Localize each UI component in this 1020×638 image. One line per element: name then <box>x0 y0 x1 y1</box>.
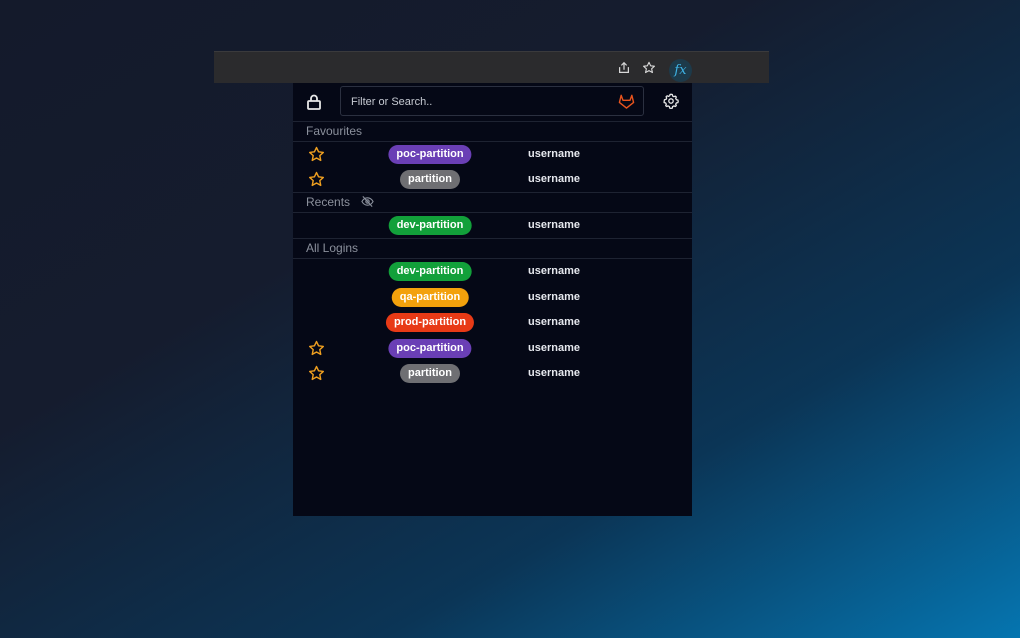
login-row[interactable]: poc-partition username <box>293 142 692 167</box>
partition-badge: partition <box>400 364 460 383</box>
section-all-logins: All Logins <box>293 238 692 259</box>
search-input[interactable] <box>349 87 613 117</box>
username-label: username <box>528 291 580 303</box>
section-title: Favourites <box>306 124 363 138</box>
partition-badge: dev-partition <box>388 216 472 235</box>
partition-badge: dev-partition <box>388 262 472 281</box>
username-label: username <box>528 219 580 231</box>
login-row[interactable]: dev-partition username <box>293 213 692 238</box>
star-icon[interactable] <box>308 146 325 163</box>
share-icon[interactable] <box>616 60 632 76</box>
login-row[interactable]: prod-partition username <box>293 310 692 335</box>
username-label: username <box>528 367 580 379</box>
section-title: All Logins <box>306 241 359 255</box>
star-icon[interactable] <box>308 171 325 188</box>
section-recents: Recents <box>293 192 692 213</box>
extension-fx-icon[interactable]: fx <box>669 59 692 82</box>
username-label: username <box>528 316 580 328</box>
star-icon[interactable] <box>308 365 325 382</box>
username-label: username <box>528 342 580 354</box>
extension-popup: Favourites poc-partition username partit… <box>293 83 692 516</box>
login-row[interactable]: partition username <box>293 167 692 192</box>
star-icon[interactable] <box>308 340 325 357</box>
partition-badge: poc-partition <box>388 145 472 164</box>
username-label: username <box>528 173 580 185</box>
partition-badge: poc-partition <box>388 339 472 358</box>
login-row[interactable]: qa-partition username <box>293 285 692 310</box>
section-favourites: Favourites <box>293 121 692 142</box>
username-label: username <box>528 265 580 277</box>
username-label: username <box>528 148 580 160</box>
gear-icon[interactable] <box>663 93 679 109</box>
login-row[interactable]: partition username <box>293 361 692 386</box>
login-row[interactable]: dev-partition username <box>293 259 692 284</box>
search-field[interactable] <box>340 86 644 117</box>
login-row[interactable]: poc-partition username <box>293 336 692 361</box>
section-title: Recents <box>306 195 351 209</box>
popup-header <box>293 83 692 121</box>
eye-off-icon[interactable] <box>361 195 375 208</box>
partition-badge: prod-partition <box>385 313 475 332</box>
gitlab-icon <box>618 94 635 109</box>
partition-badge: partition <box>400 170 460 189</box>
lock-icon[interactable] <box>305 93 323 111</box>
partition-badge: qa-partition <box>391 288 469 307</box>
bookmark-star-icon[interactable] <box>641 60 657 76</box>
